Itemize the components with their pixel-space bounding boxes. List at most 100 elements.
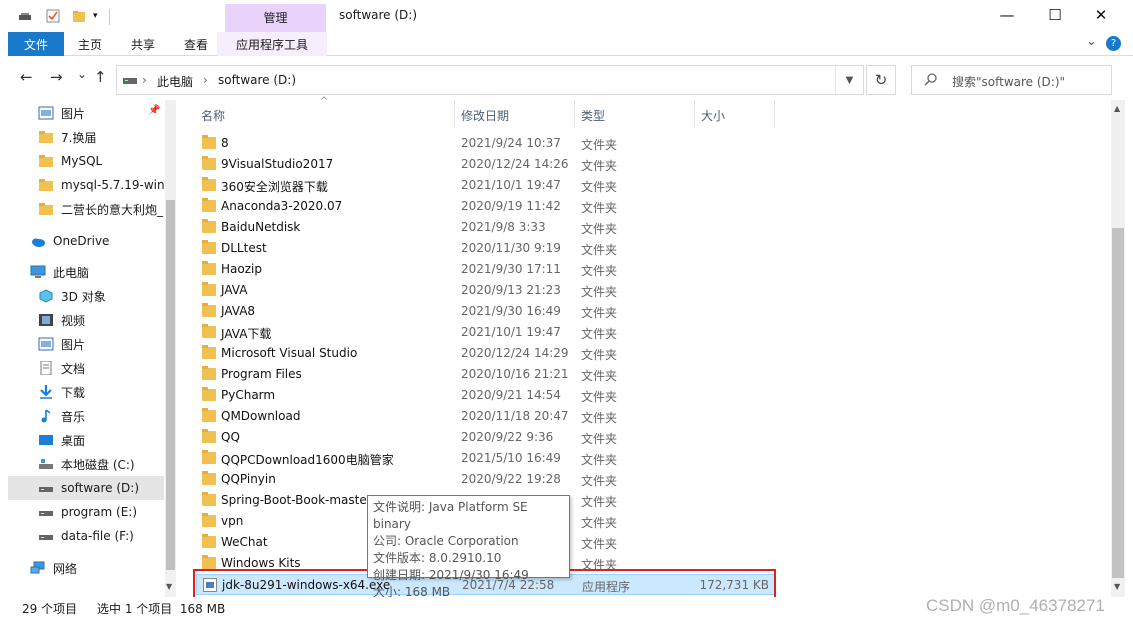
nav-item-onedrive[interactable]: OneDrive — [8, 229, 164, 253]
file-row[interactable]: 9VisualStudio2017 2020/12/24 14:26 文件夹 — [196, 154, 776, 175]
file-type: 文件夹 — [581, 495, 618, 509]
folder-icon — [202, 471, 216, 485]
up-icon[interactable]: ↑ — [94, 68, 107, 86]
file-row[interactable]: 360安全浏览器下载 2021/10/1 19:47 文件夹 — [196, 175, 776, 196]
nav-item-label: software (D:) — [61, 481, 139, 495]
breadcrumb-this-pc[interactable]: 此电脑 — [157, 73, 193, 90]
file-name: JAVA下载 — [221, 327, 272, 341]
new-folder-icon[interactable] — [72, 9, 86, 23]
file-row[interactable]: QQPinyin 2020/9/22 19:28 文件夹 — [196, 469, 776, 490]
nav-item-folder[interactable]: 二营长的意大利炮_ — [8, 197, 164, 221]
file-date: 2020/9/13 21:23 — [461, 283, 561, 297]
nav-item-folder[interactable]: mysql-5.7.19-winx — [8, 173, 164, 197]
file-row[interactable]: Anaconda3-2020.07 2020/9/19 11:42 文件夹 — [196, 196, 776, 217]
search-box[interactable]: 搜索"software (D:)" — [911, 65, 1112, 95]
nav-item-folder[interactable]: 7.换届 — [8, 125, 164, 149]
scroll-down-icon[interactable]: ▼ — [1114, 582, 1120, 591]
nav-item-label: 7.换届 — [61, 130, 97, 145]
nav-item-drive-d[interactable]: software (D:) — [8, 476, 164, 500]
nav-item-3d-objects[interactable]: 3D 对象 — [8, 284, 164, 308]
recent-locations-icon[interactable]: ⌄ — [77, 67, 87, 81]
navigation-pane: 图片 📌 7.换届 MySQL mysql-5.7.19-winx 二营长的意大… — [8, 100, 176, 597]
file-date: 2021/9/30 16:49 — [461, 304, 561, 318]
file-row[interactable]: BaiduNetdisk 2021/9/8 3:33 文件夹 — [196, 217, 776, 238]
file-row[interactable]: JAVA下载 2021/10/1 19:47 文件夹 — [196, 322, 776, 343]
column-size[interactable]: 大小 — [701, 107, 725, 124]
file-row[interactable]: Program Files 2020/10/16 21:21 文件夹 — [196, 364, 776, 385]
address-bar[interactable]: › 此电脑 › software (D:) ▼ — [116, 65, 864, 95]
file-date: 2020/12/24 14:29 — [461, 346, 569, 360]
nav-item-folder[interactable]: MySQL — [8, 149, 164, 173]
nav-item-drive-f[interactable]: data-file (F:) — [8, 524, 164, 548]
checklist-icon[interactable] — [46, 9, 60, 23]
nav-item-videos[interactable]: 视频 — [8, 308, 164, 332]
nav-item-pictures-quick[interactable]: 图片 📌 — [8, 101, 164, 125]
file-date: 2020/9/22 19:28 — [461, 472, 561, 486]
column-name[interactable]: 名称 — [201, 107, 225, 124]
nav-item-network[interactable]: 网络 — [8, 556, 164, 580]
nav-scroll-down-icon[interactable]: ▼ — [166, 582, 172, 591]
file-list-scrollbar-thumb[interactable] — [1112, 228, 1124, 578]
file-type: 文件夹 — [581, 453, 618, 467]
collapse-ribbon-icon[interactable]: ⌄ — [1086, 34, 1097, 49]
breadcrumb-software-d[interactable]: software (D:) — [218, 73, 296, 87]
nav-item-label: 本地磁盘 (C:) — [61, 457, 135, 472]
column-date-modified[interactable]: 修改日期 — [461, 107, 509, 124]
nav-item-this-pc[interactable]: 此电脑 — [8, 260, 164, 284]
folder-icon — [202, 492, 216, 506]
file-row[interactable]: 8 2021/9/24 10:37 文件夹 — [196, 133, 776, 154]
scroll-up-icon[interactable]: ▲ — [1114, 104, 1120, 113]
file-row[interactable]: JAVA8 2021/9/30 16:49 文件夹 — [196, 301, 776, 322]
nav-item-music[interactable]: 音乐 — [8, 404, 164, 428]
maximize-icon[interactable]: ☐ — [1032, 0, 1078, 30]
file-name: 9VisualStudio2017 — [221, 157, 334, 171]
file-row[interactable]: QQ 2020/9/22 9:36 文件夹 — [196, 427, 776, 448]
close-icon[interactable]: ✕ — [1078, 0, 1124, 30]
folder-icon — [202, 177, 216, 191]
column-type[interactable]: 类型 — [581, 107, 605, 124]
file-row[interactable]: DLLtest 2020/11/30 9:19 文件夹 — [196, 238, 776, 259]
file-row[interactable]: Haozip 2021/9/30 17:11 文件夹 — [196, 259, 776, 280]
folder-icon — [202, 429, 216, 443]
file-row[interactable]: JAVA 2020/9/13 21:23 文件夹 — [196, 280, 776, 301]
properties-icon[interactable] — [18, 9, 32, 23]
forward-icon[interactable]: → — [50, 68, 63, 86]
nav-item-desktop[interactable]: 桌面 — [8, 428, 164, 452]
drive-icon — [38, 481, 54, 495]
folder-icon — [38, 154, 54, 168]
back-icon[interactable]: ← — [20, 68, 33, 86]
file-type: 文件夹 — [581, 327, 618, 341]
file-type: 文件夹 — [581, 348, 618, 362]
file-row[interactable]: QMDownload 2020/11/18 20:47 文件夹 — [196, 406, 776, 427]
pin-icon[interactable]: 📌 — [148, 105, 160, 116]
nav-item-downloads[interactable]: 下载 — [8, 380, 164, 404]
drive-icon — [38, 529, 54, 543]
file-row[interactable]: Microsoft Visual Studio 2020/12/24 14:29 文… — [196, 343, 776, 364]
minimize-icon[interactable]: — — [984, 0, 1030, 30]
drive-icon — [123, 74, 137, 89]
nav-item-label: mysql-5.7.19-winx — [61, 178, 164, 192]
nav-scrollbar-thumb[interactable] — [166, 200, 175, 570]
nav-item-drive-c[interactable]: 本地磁盘 (C:) — [8, 452, 164, 476]
customize-quick-access-icon[interactable]: ▾ — [93, 9, 107, 23]
help-icon[interactable]: ? — [1106, 36, 1121, 51]
tab-application-tools[interactable]: 应用程序工具 — [217, 32, 327, 56]
file-type: 文件夹 — [581, 264, 618, 278]
nav-item-drive-e[interactable]: program (E:) — [8, 500, 164, 524]
item-count: 29 个项目 — [22, 602, 78, 616]
tab-home[interactable]: 主页 — [78, 36, 102, 53]
tab-view[interactable]: 查看 — [184, 36, 208, 53]
tooltip-version: 文件版本: 8.0.2910.10 — [373, 551, 502, 565]
folder-icon — [202, 450, 216, 464]
refresh-icon[interactable]: ↻ — [866, 65, 896, 95]
file-name: PyCharm — [221, 388, 276, 402]
nav-item-documents[interactable]: 文档 — [8, 356, 164, 380]
file-row[interactable]: PyCharm 2020/9/21 14:54 文件夹 — [196, 385, 776, 406]
folder-icon — [202, 345, 216, 359]
address-dropdown-icon[interactable]: ▼ — [835, 66, 863, 94]
nav-item-pictures[interactable]: 图片 — [8, 332, 164, 356]
nav-item-label: 3D 对象 — [61, 289, 106, 304]
tab-file[interactable]: 文件 — [8, 32, 64, 56]
file-row[interactable]: QQPCDownload1600电脑管家 2021/5/10 16:49 文件夹 — [196, 448, 776, 469]
tab-share[interactable]: 共享 — [131, 36, 155, 53]
